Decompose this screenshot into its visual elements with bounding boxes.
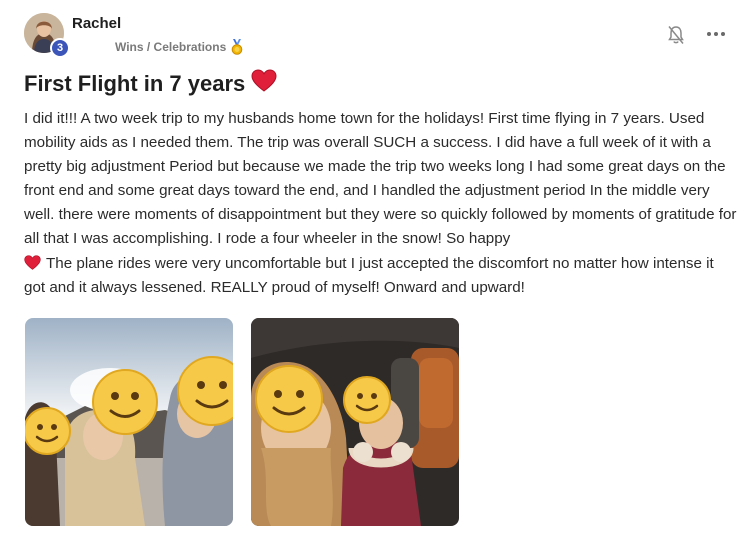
bell-slash-icon[interactable]	[667, 25, 685, 45]
medal-icon	[230, 39, 244, 55]
category-label[interactable]: Wins / Celebrations	[115, 40, 226, 54]
post-title[interactable]: First Flight in 7 years	[24, 69, 277, 98]
post-body-part2: The plane rides were very uncomfortable …	[24, 254, 714, 296]
more-options-icon[interactable]	[705, 26, 727, 42]
heart-icon	[251, 69, 277, 98]
heart-icon	[24, 254, 41, 270]
post-body-part1: I did it!!! A two week trip to my husban…	[24, 110, 737, 248]
photo-plane-selfie[interactable]	[251, 318, 459, 526]
post-body: I did it!!! A two week trip to my husban…	[24, 107, 739, 300]
post-category[interactable]: Wins / Celebrations	[115, 39, 244, 55]
photo-snow-selfie[interactable]	[25, 318, 233, 526]
author-name[interactable]: Rachel	[72, 15, 121, 32]
level-badge: 3	[50, 38, 70, 58]
post-title-text[interactable]: First Flight in 7 years	[24, 71, 245, 97]
author-avatar-wrap[interactable]: 3	[24, 13, 70, 58]
